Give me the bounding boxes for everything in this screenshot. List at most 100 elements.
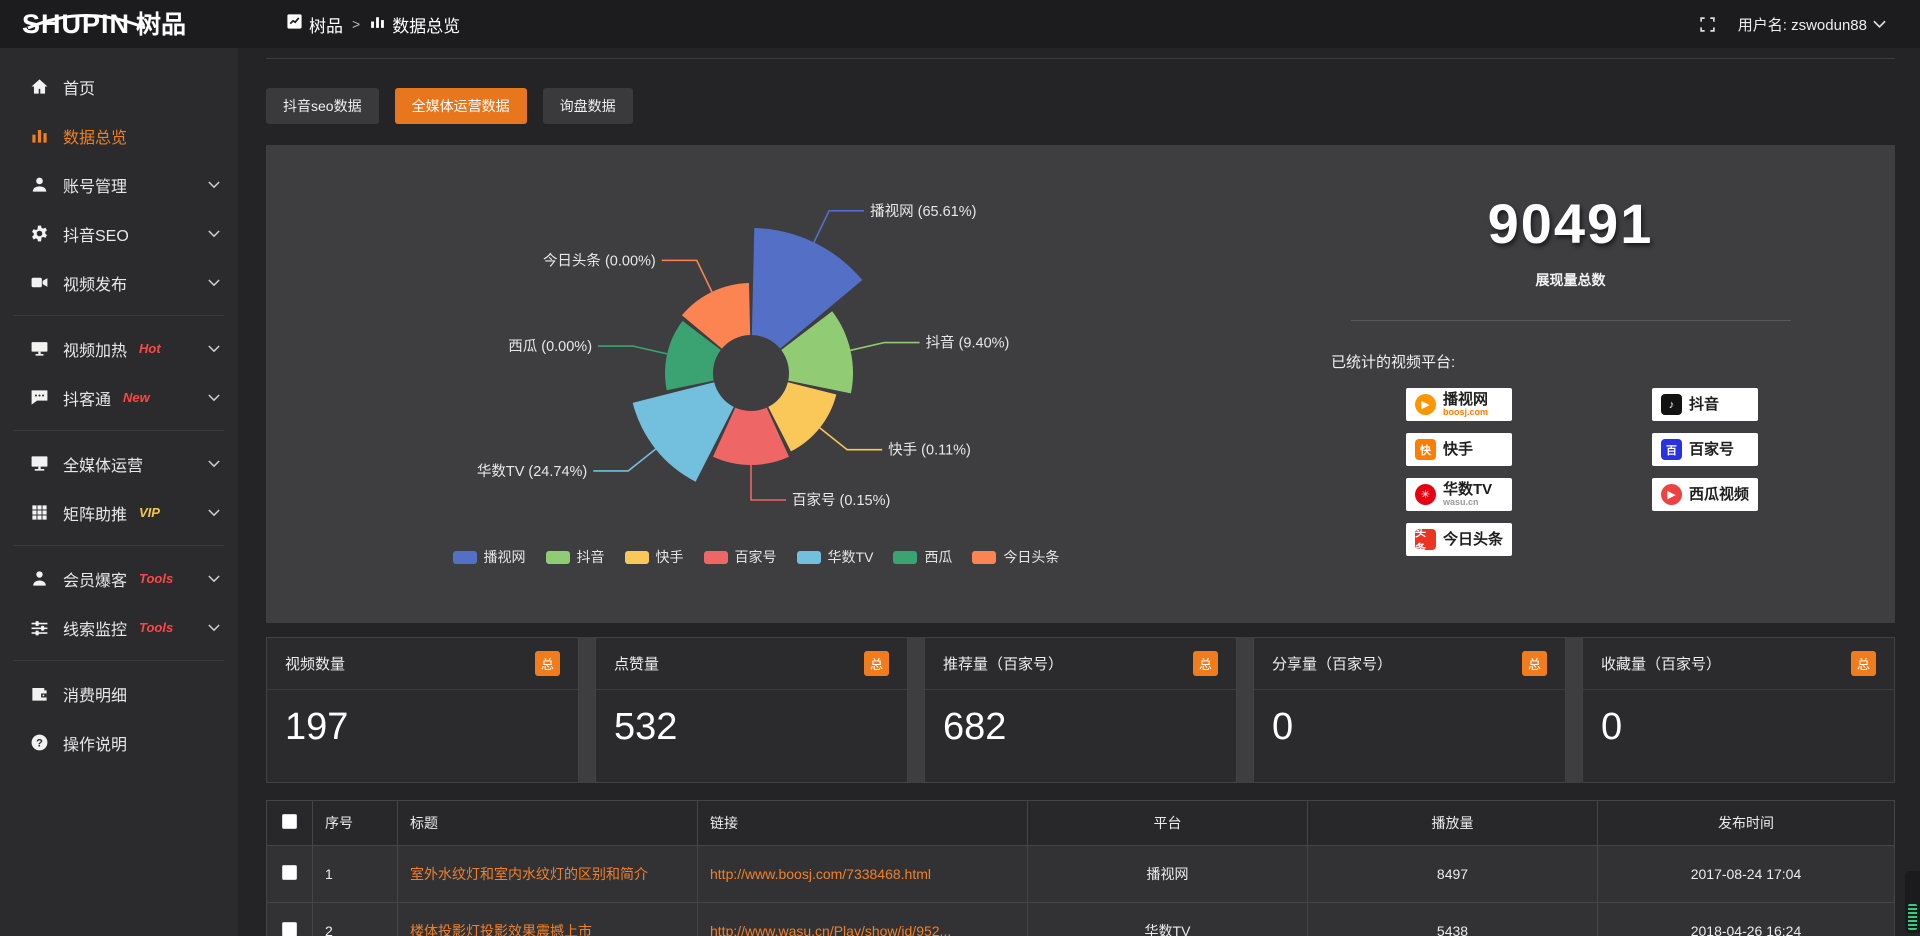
summary-divider bbox=[1351, 320, 1791, 321]
stat-card-label: 收藏量（百家号） bbox=[1601, 653, 1721, 674]
platform-badge-西瓜视频: ▶西瓜视频 bbox=[1652, 478, 1758, 511]
sidebar-item-label: 全媒体运营 bbox=[63, 452, 143, 476]
sidebar-item-label: 会员爆客 bbox=[63, 567, 127, 591]
platform-badge-百家号: 百百家号 bbox=[1652, 433, 1758, 466]
chevron-down-icon bbox=[208, 624, 220, 632]
total-impressions-value: 90491 bbox=[1246, 191, 1895, 256]
cell-platform: 播视网 bbox=[1028, 846, 1308, 903]
sidebar-item-操作说明[interactable]: ?操作说明 bbox=[0, 718, 238, 767]
platform-name: 今日头条 bbox=[1443, 532, 1503, 548]
legend-label: 今日头条 bbox=[1003, 547, 1059, 567]
pie-label-今日头条: 今日头条 (0.00%) bbox=[543, 252, 656, 269]
pie-label-西瓜: 西瓜 (0.00%) bbox=[508, 339, 592, 355]
sidebar-item-消费明细[interactable]: 消费明细 bbox=[0, 669, 238, 718]
user-menu[interactable]: 用户名: zswodun88 bbox=[1738, 14, 1886, 35]
stat-card-分享量（百家号）: 分享量（百家号）总0 bbox=[1253, 637, 1566, 783]
breadcrumb-separator: > bbox=[352, 16, 360, 32]
legend-swatch bbox=[453, 551, 477, 564]
pie-slice-华数TV[interactable] bbox=[633, 382, 734, 481]
cell-published: 2017-08-24 17:04 bbox=[1598, 846, 1895, 903]
total-badge[interactable]: 总 bbox=[535, 651, 560, 676]
stat-card-header: 视频数量总 bbox=[267, 638, 578, 690]
tab-抖音seo数据[interactable]: 抖音seo数据 bbox=[266, 88, 379, 124]
pie-label-华数TV: 华数TV (24.74%) bbox=[477, 463, 587, 480]
sidebar-item-抖音SEO[interactable]: 抖音SEO bbox=[0, 209, 238, 258]
stat-card-推荐量（百家号）: 推荐量（百家号）总682 bbox=[924, 637, 1237, 783]
sidebar-item-badge: Tools bbox=[139, 620, 173, 635]
logo-arc bbox=[24, 13, 149, 29]
华数TV-logo-icon: ✳ bbox=[1415, 484, 1436, 505]
col-header-标题: 标题 bbox=[398, 801, 698, 846]
legend-item-西瓜[interactable]: 西瓜 bbox=[893, 547, 952, 567]
minichart-icon bbox=[369, 13, 386, 35]
sidebar-item-会员爆客[interactable]: 会员爆客Tools bbox=[0, 554, 238, 603]
scroll-stripes bbox=[1908, 904, 1917, 930]
total-badge[interactable]: 总 bbox=[864, 651, 889, 676]
sliders-icon bbox=[30, 618, 49, 637]
chat-icon bbox=[30, 388, 49, 407]
sidebar-item-抖客通[interactable]: 抖客通New bbox=[0, 373, 238, 422]
total-badge[interactable]: 总 bbox=[1193, 651, 1218, 676]
tab-全媒体运营数据[interactable]: 全媒体运营数据 bbox=[395, 88, 527, 124]
sidebar-item-label: 账号管理 bbox=[63, 173, 127, 197]
total-badge[interactable]: 总 bbox=[1851, 651, 1876, 676]
platform-name: 华数TV bbox=[1443, 482, 1492, 498]
sidebar-item-线索监控[interactable]: 线索监控Tools bbox=[0, 603, 238, 652]
data-tabs: 抖音seo数据全媒体运营数据询盘数据 bbox=[266, 88, 1895, 124]
stat-card-视频数量: 视频数量总197 bbox=[266, 637, 579, 783]
sidebar-item-数据总览[interactable]: 数据总览 bbox=[0, 111, 238, 160]
sidebar-item-视频加热[interactable]: 视频加热Hot bbox=[0, 324, 238, 373]
platform-badge-华数TV: ✳华数TVwasu.cn bbox=[1406, 478, 1512, 511]
video-title-link[interactable]: 室外水纹灯和室内水纹灯的区别和简介 bbox=[410, 866, 648, 882]
header-right: 用户名: zswodun88 bbox=[1699, 14, 1920, 35]
video-title-link[interactable]: 楼体投影灯投影效果震撼上市 bbox=[410, 923, 592, 936]
select-all-checkbox[interactable] bbox=[282, 814, 297, 829]
legend-item-今日头条[interactable]: 今日头条 bbox=[972, 547, 1059, 567]
sidebar-item-首页[interactable]: 首页 bbox=[0, 62, 238, 111]
legend-item-快手[interactable]: 快手 bbox=[625, 547, 684, 567]
total-badge[interactable]: 总 bbox=[1522, 651, 1547, 676]
user-icon bbox=[30, 175, 49, 194]
fullscreen-icon[interactable] bbox=[1699, 16, 1716, 33]
legend-item-播视网[interactable]: 播视网 bbox=[453, 547, 526, 567]
breadcrumb: 树品 > 数据总览 bbox=[238, 12, 460, 37]
platform-column-1: ▶播视网boosj.com快快手✳华数TVwasu.cn头条今日头条 bbox=[1406, 388, 1512, 556]
legend-label: 抖音 bbox=[577, 547, 605, 567]
stat-card-value: 0 bbox=[1254, 690, 1565, 765]
sidebar-item-矩阵助推[interactable]: 矩阵助推VIP bbox=[0, 488, 238, 537]
breadcrumb-item-current[interactable]: 数据总览 bbox=[369, 12, 460, 37]
stat-card-header: 收藏量（百家号） 总 bbox=[1583, 638, 1894, 690]
floating-scroll-widget[interactable] bbox=[1905, 871, 1920, 933]
sidebar-item-label: 抖音SEO bbox=[63, 222, 129, 246]
video-table-wrap: 序号标题链接平台播放量发布时间 1室外水纹灯和室内水纹灯的区别和简介http:/… bbox=[266, 800, 1895, 936]
video-url-link[interactable]: http://www.boosj.com/7338468.html bbox=[710, 866, 931, 882]
stat-card-header: 推荐量（百家号） 总 bbox=[925, 638, 1236, 690]
stat-card-header: 分享量（百家号）总 bbox=[1254, 638, 1565, 690]
legend-item-抖音[interactable]: 抖音 bbox=[546, 547, 605, 567]
pie-label-百家号: 百家号 (0.15%) bbox=[792, 492, 890, 509]
legend-item-华数TV[interactable]: 华数TV bbox=[797, 547, 874, 567]
row-checkbox[interactable] bbox=[282, 865, 297, 880]
gear-icon bbox=[30, 224, 49, 243]
tab-询盘数据[interactable]: 询盘数据 bbox=[543, 88, 633, 124]
top-header: SHUPIN 树品 树品 > 数据总览 用户名: zswodun88 bbox=[0, 0, 1920, 48]
row-checkbox[interactable] bbox=[282, 922, 297, 936]
col-header-序号: 序号 bbox=[313, 801, 398, 846]
sidebar-item-账号管理[interactable]: 账号管理 bbox=[0, 160, 238, 209]
breadcrumb-item-home[interactable]: 树品 bbox=[286, 12, 343, 37]
stat-card-value: 532 bbox=[596, 690, 907, 765]
video-url-link[interactable]: http://www.wasu.cn/Play/show/id/952... bbox=[710, 923, 951, 936]
sidebar-item-全媒体运营[interactable]: 全媒体运营 bbox=[0, 439, 238, 488]
stat-card-label: 推荐量（百家号） bbox=[943, 653, 1063, 674]
chevron-down-icon bbox=[208, 460, 220, 468]
sidebar-item-视频发布[interactable]: 视频发布 bbox=[0, 258, 238, 307]
legend-item-百家号[interactable]: 百家号 bbox=[704, 547, 777, 567]
pie-label-line-播视网 bbox=[814, 211, 864, 243]
video-table-body: 1室外水纹灯和室内水纹灯的区别和简介http://www.boosj.com/7… bbox=[267, 846, 1895, 936]
chevron-down-icon bbox=[208, 575, 220, 583]
sidebar-item-label: 矩阵助推 bbox=[63, 501, 127, 525]
content-divider bbox=[266, 58, 1895, 59]
table-row: 2楼体投影灯投影效果震撼上市http://www.wasu.cn/Play/sh… bbox=[267, 903, 1895, 936]
username-label: 用户名: zswodun88 bbox=[1738, 14, 1867, 35]
platform-column-2: ♪抖音百百家号▶西瓜视频 bbox=[1652, 388, 1758, 556]
